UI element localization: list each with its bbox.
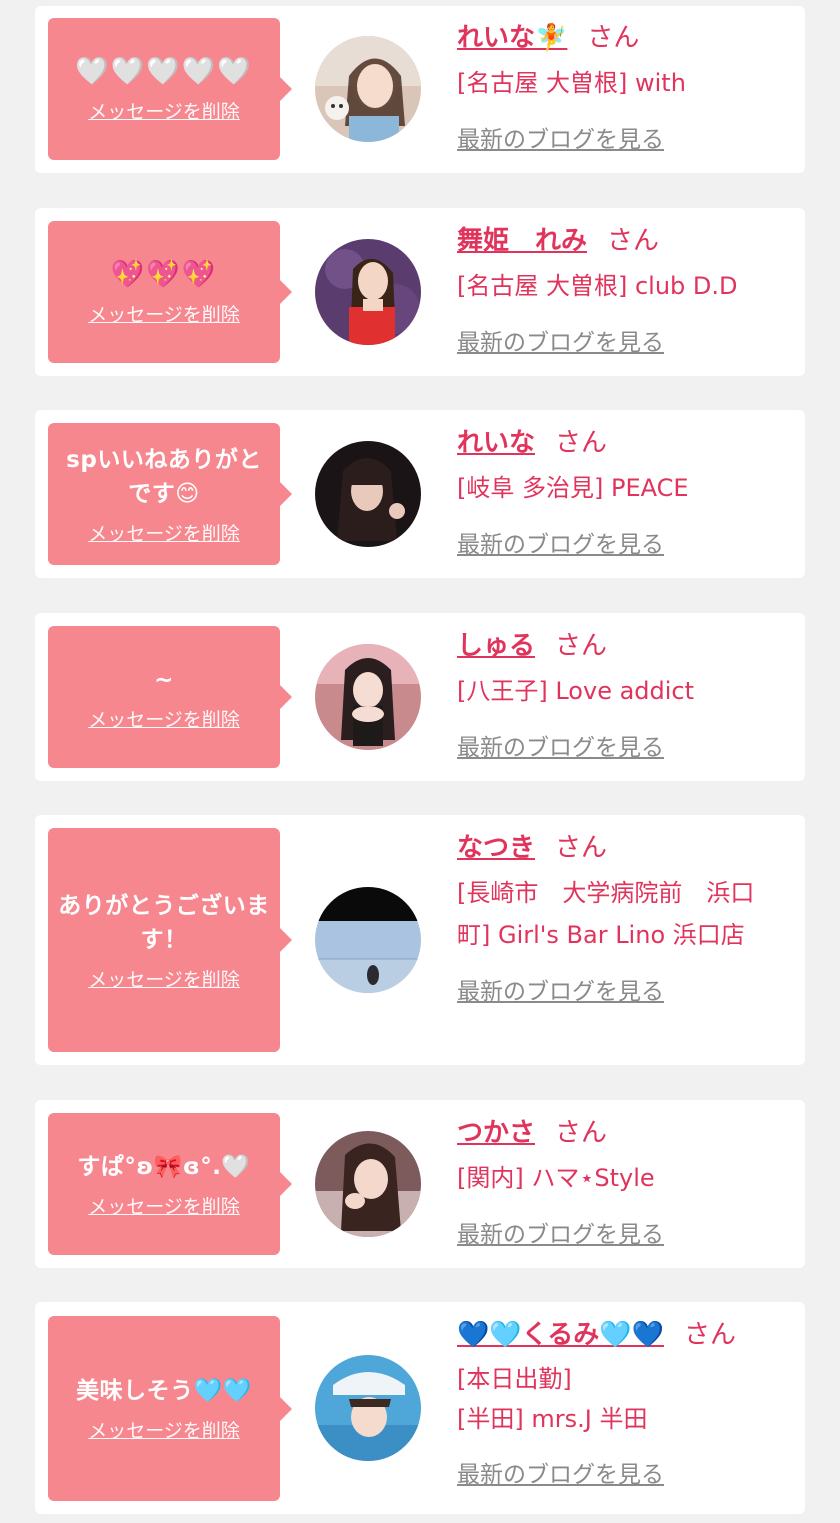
- message-card: 🤍🤍🤍🤍🤍 メッセージを削除 れいな🧚 さん [名古屋 大曽根] with 最新の…: [35, 6, 805, 173]
- message-bubble: すぱ°ʚ🎀ɞ°.🤍 メッセージを削除: [48, 1113, 292, 1255]
- avatar[interactable]: [315, 36, 421, 142]
- sender-name[interactable]: 舞姫 れみ: [457, 226, 587, 256]
- shop-info: [名古屋 大曽根] with: [457, 69, 686, 97]
- shop-info: [本日出勤]: [457, 1365, 572, 1393]
- delete-message-link[interactable]: メッセージを削除: [88, 705, 240, 732]
- sender-info: れいな さん [岐阜 多治見] PEACE 最新のブログを見る: [457, 425, 785, 559]
- message-text: ~: [154, 666, 174, 693]
- avatar[interactable]: [315, 1355, 421, 1461]
- sender-info: 舞姫 れみ さん [名古屋 大曽根] club D.D 最新のブログを見る: [457, 223, 785, 357]
- shop-info: [八王子] Love addict: [457, 677, 695, 705]
- delete-message-link[interactable]: メッセージを削除: [88, 1416, 240, 1443]
- sender-info: 💙🩵くるみ🩵💙 さん [本日出勤] [半田] mrs.J 半田 最新のブログを見る: [457, 1317, 785, 1489]
- message-text: 💖💖💖: [110, 258, 218, 290]
- shop-info: [関内] ハマ⋆Style: [457, 1164, 655, 1192]
- latest-blog-link[interactable]: 最新のブログを見る: [457, 1215, 785, 1249]
- sender-info: れいな🧚 さん [名古屋 大曽根] with 最新のブログを見る: [457, 20, 785, 154]
- message-card: spいいねありがとです😊 メッセージを削除 れいな さん [岐阜 多治見] PEA…: [35, 410, 805, 578]
- message-bubble: 🤍🤍🤍🤍🤍 メッセージを削除: [48, 18, 292, 160]
- latest-blog-link[interactable]: 最新のブログを見る: [457, 323, 785, 357]
- sender-info: しゅる さん [八王子] Love addict 最新のブログを見る: [457, 628, 785, 762]
- shop-info-line-2: [半田] mrs.J 半田: [457, 1405, 648, 1433]
- honorific: さん: [607, 226, 660, 256]
- sender-info: なつき さん [長崎市 大学病院前 浜口町] Girl's Bar Lino 浜口…: [457, 830, 785, 1006]
- message-card: ~ メッセージを削除 しゅる さん [八王子] Love addict 最新のブロ…: [35, 613, 805, 781]
- honorific: さん: [555, 631, 608, 661]
- latest-blog-link[interactable]: 最新のブログを見る: [457, 728, 785, 762]
- message-text: spいいねありがとです😊: [66, 446, 262, 507]
- shop-info: [長崎市 大学病院前 浜口町] Girl's Bar Lino 浜口店: [457, 879, 755, 949]
- latest-blog-link[interactable]: 最新のブログを見る: [457, 972, 785, 1006]
- shop-info: [名古屋 大曽根] club D.D: [457, 272, 738, 300]
- message-bubble: ありがとうございます！ メッセージを削除: [48, 828, 292, 1052]
- message-card: 💖💖💖 メッセージを削除 舞姫 れみ さん [名古屋 大曽根] club D.D …: [35, 208, 805, 376]
- honorific: さん: [555, 1118, 608, 1148]
- latest-blog-link[interactable]: 最新のブログを見る: [457, 120, 785, 154]
- message-card: すぱ°ʚ🎀ɞ°.🤍 メッセージを削除 つかさ さん [関内] ハマ⋆Style 最…: [35, 1100, 805, 1268]
- sender-name[interactable]: しゅる: [457, 631, 535, 661]
- sender-info: つかさ さん [関内] ハマ⋆Style 最新のブログを見る: [457, 1115, 785, 1249]
- message-card: 美味しそう🩵🩵 メッセージを削除 💙🩵くるみ🩵💙 さん [本日出勤] [半田] m…: [35, 1302, 805, 1514]
- sender-name[interactable]: つかさ: [457, 1118, 535, 1148]
- avatar[interactable]: [315, 644, 421, 750]
- message-text: すぱ°ʚ🎀ɞ°.🤍: [77, 1153, 251, 1180]
- message-bubble: 💖💖💖 メッセージを削除: [48, 221, 292, 363]
- message-card: ありがとうございます！ メッセージを削除 なつき さん [長崎市 大学病院前 浜口…: [35, 815, 805, 1065]
- honorific: さん: [683, 1320, 736, 1350]
- honorific: さん: [555, 428, 608, 458]
- message-bubble: spいいねありがとです😊 メッセージを削除: [48, 423, 292, 565]
- avatar[interactable]: [315, 239, 421, 345]
- delete-message-link[interactable]: メッセージを削除: [88, 965, 240, 992]
- shop-info: [岐阜 多治見] PEACE: [457, 474, 689, 502]
- sender-name[interactable]: 💙🩵くるみ🩵💙: [457, 1320, 664, 1350]
- honorific: さん: [587, 23, 640, 53]
- message-text: ありがとうございます！: [58, 892, 270, 953]
- avatar[interactable]: [315, 1131, 421, 1237]
- delete-message-link[interactable]: メッセージを削除: [88, 97, 240, 124]
- delete-message-link[interactable]: メッセージを削除: [88, 300, 240, 327]
- message-bubble: 美味しそう🩵🩵 メッセージを削除: [48, 1316, 292, 1501]
- honorific: さん: [555, 833, 608, 863]
- delete-message-link[interactable]: メッセージを削除: [88, 519, 240, 546]
- message-text: 美味しそう🩵🩵: [76, 1378, 252, 1404]
- avatar[interactable]: [315, 887, 421, 993]
- latest-blog-link[interactable]: 最新のブログを見る: [457, 525, 785, 559]
- message-text: 🤍🤍🤍🤍🤍: [74, 55, 254, 87]
- sender-name[interactable]: れいな🧚: [457, 23, 567, 53]
- latest-blog-link[interactable]: 最新のブログを見る: [457, 1455, 785, 1489]
- avatar[interactable]: [315, 441, 421, 547]
- delete-message-link[interactable]: メッセージを削除: [88, 1192, 240, 1219]
- sender-name[interactable]: なつき: [457, 833, 535, 863]
- message-bubble: ~ メッセージを削除: [48, 626, 292, 768]
- sender-name[interactable]: れいな: [457, 428, 535, 458]
